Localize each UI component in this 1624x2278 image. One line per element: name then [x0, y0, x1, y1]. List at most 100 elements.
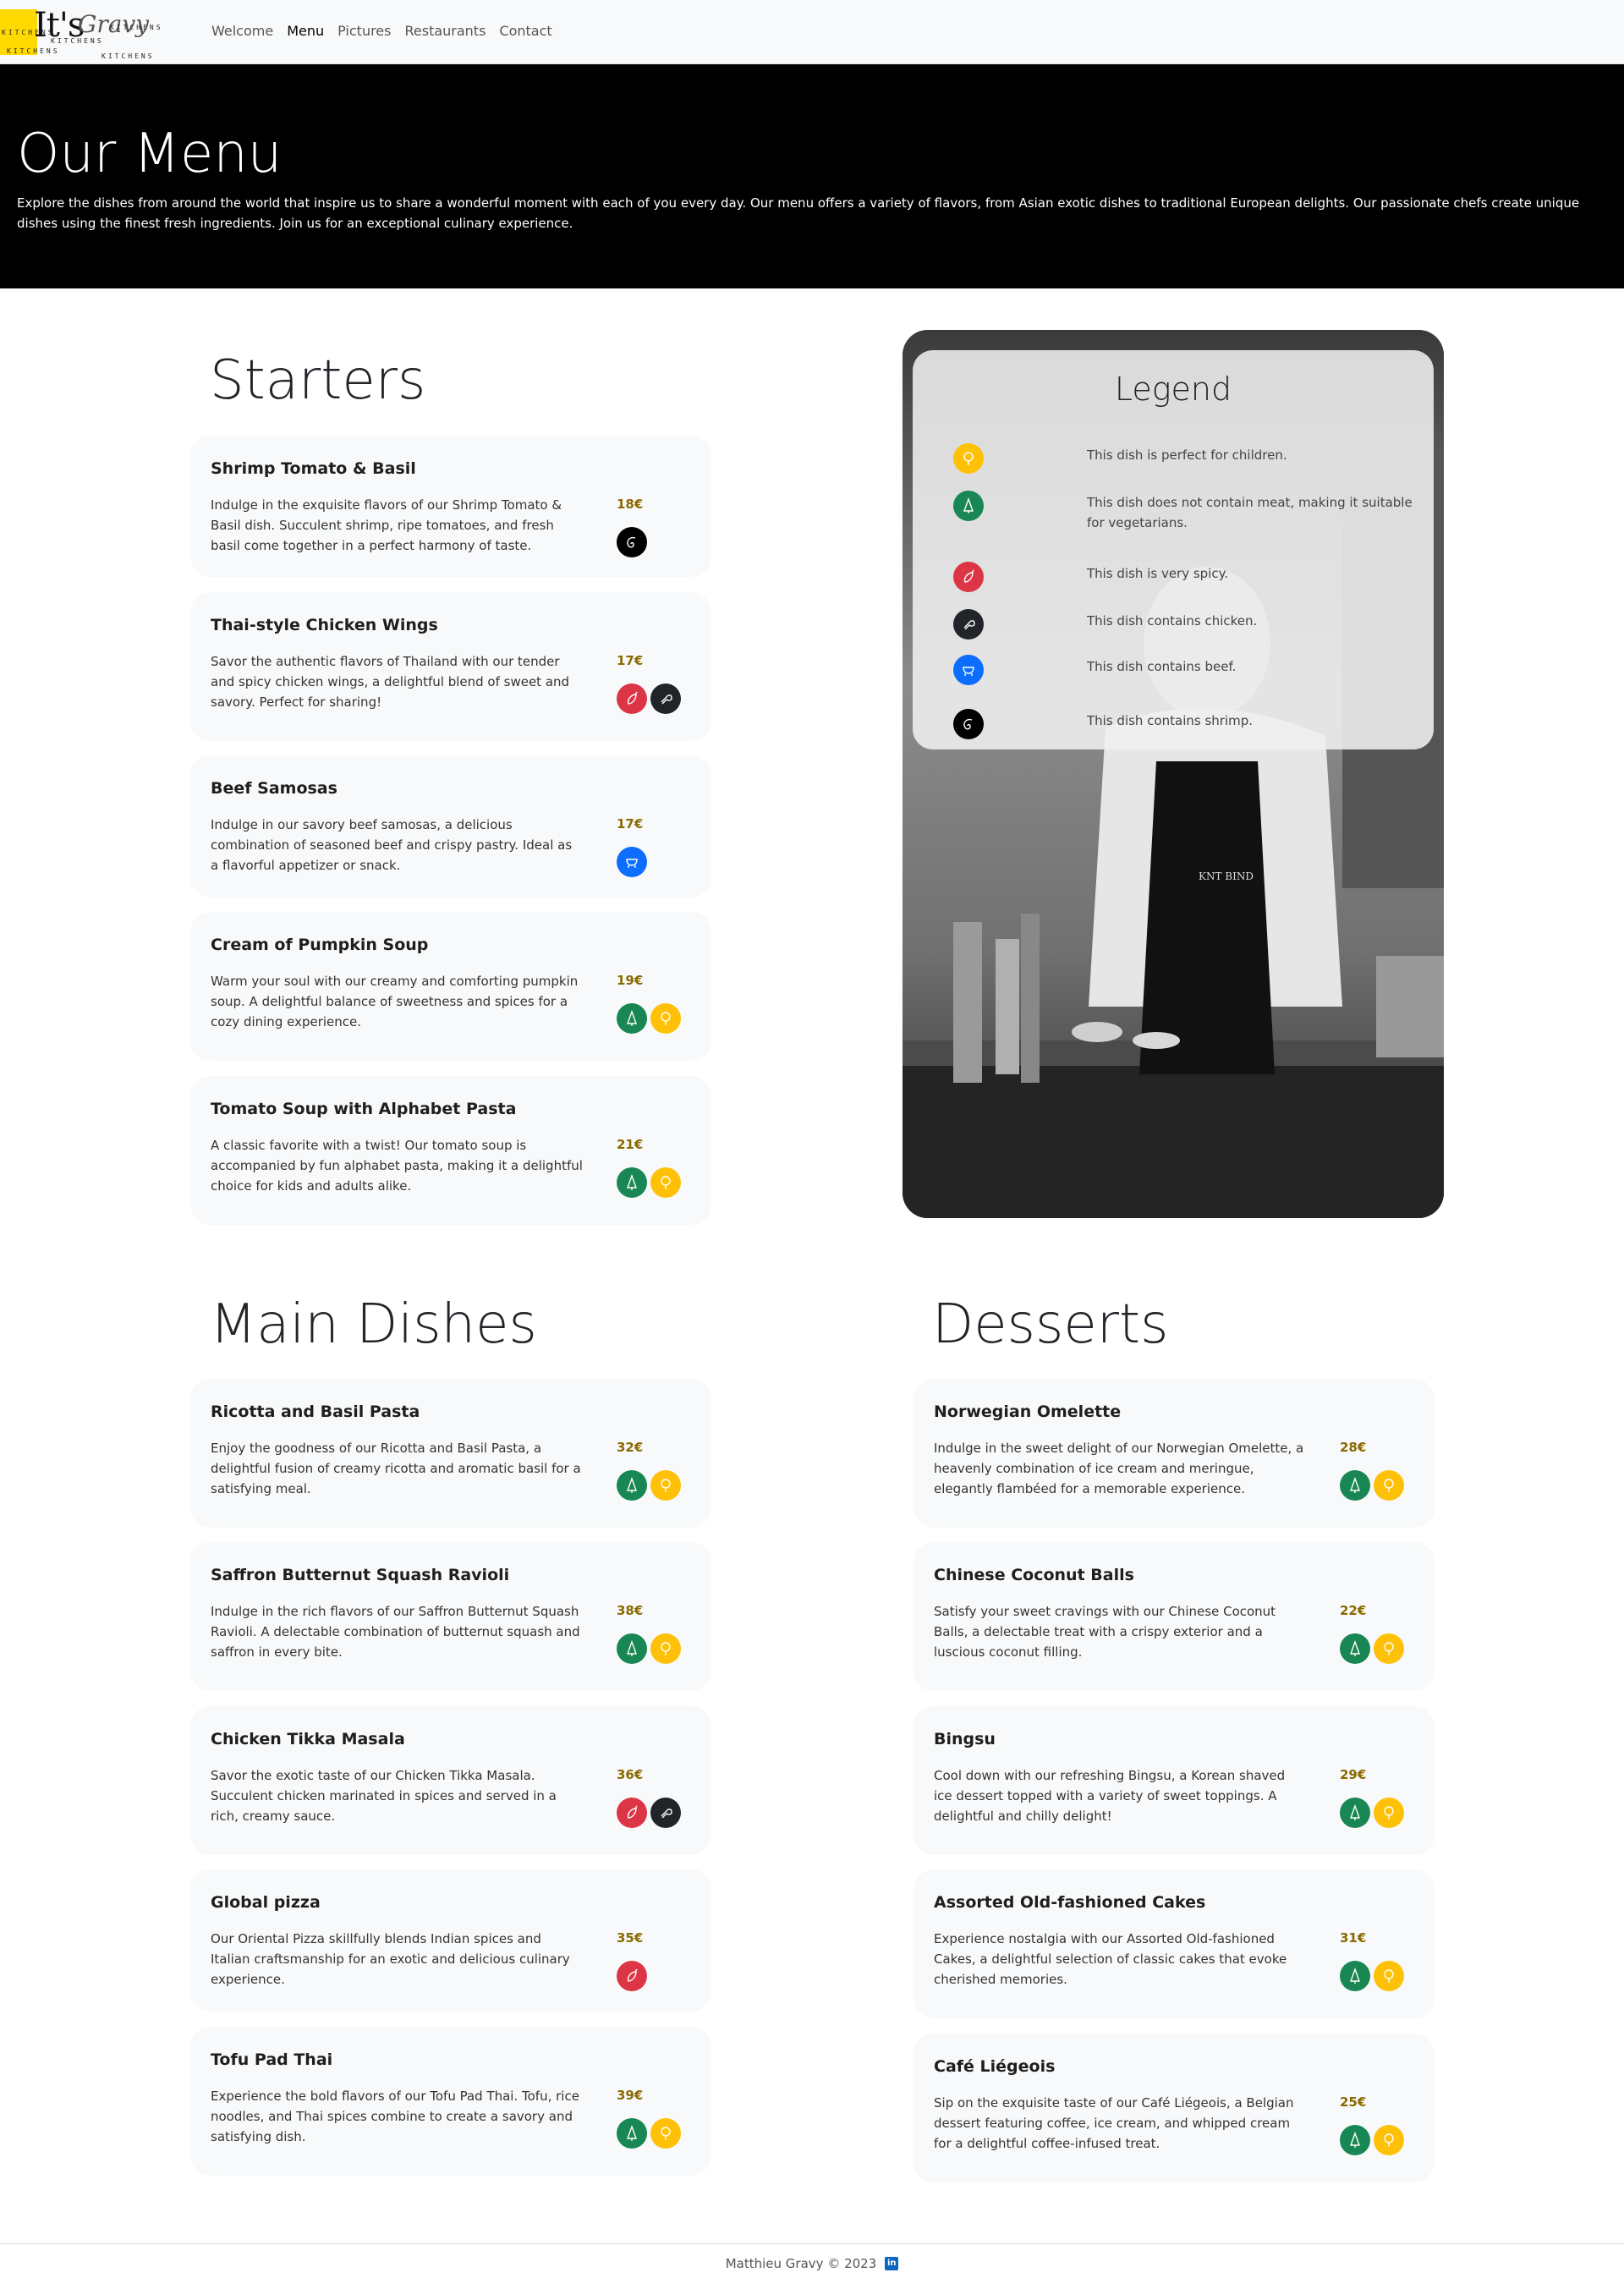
nav-link-menu[interactable]: Menu — [287, 23, 324, 39]
dish-description: Satisfy your sweet cravings with our Chi… — [934, 1604, 1276, 1660]
dish-description: Indulge in the exquisite flavors of our … — [211, 497, 562, 553]
dish-icons — [617, 1961, 647, 1991]
beef-icon — [617, 847, 647, 877]
footer: Matthieu Gravy © 2023 in — [0, 2243, 1624, 2278]
legend-text: This dish contains shrimp. — [1087, 713, 1254, 728]
menu-card: Tomato Soup with Alphabet Pasta A classic… — [190, 1076, 711, 1225]
dish-description: Enjoy the goodness of our Ricotta and Ba… — [211, 1441, 581, 1496]
dish-description: Cool down with our refreshing Bingsu, a … — [934, 1768, 1286, 1824]
chicken-icon — [650, 683, 681, 714]
dish-name: Cream of Pumpkin Soup — [211, 936, 429, 954]
dish-icons — [617, 1167, 681, 1198]
dish-name: Ricotta and Basil Pasta — [211, 1402, 420, 1421]
kids-icon — [650, 1003, 681, 1034]
logo-kitchens-5: KITCHENS — [102, 52, 155, 60]
spicy-icon — [617, 1798, 647, 1828]
apron-text: KNT BIND — [1199, 870, 1254, 882]
nav-link-restaurants[interactable]: Restaurants — [404, 23, 486, 39]
dish-description: Experience nostalgia with our Assorted O… — [934, 1931, 1287, 1987]
nav-link-welcome[interactable]: Welcome — [211, 23, 273, 39]
veg-icon — [1340, 1961, 1370, 1991]
veg-icon — [1340, 2125, 1370, 2155]
menu-card: Chicken Tikka Masala Savor the exotic tas… — [190, 1706, 711, 1855]
veg-icon — [1340, 1633, 1370, 1664]
dish-name: Assorted Old-fashioned Cakes — [934, 1893, 1206, 1912]
kids-icon — [650, 1633, 681, 1664]
veg-icon — [617, 1167, 647, 1198]
legend-panel: Legend This dish is perfect for children… — [913, 350, 1434, 749]
dish-description: Experience the bold flavors of our Tofu … — [211, 2089, 579, 2144]
dish-description: Sip on the exquisite taste of our Café L… — [934, 2095, 1294, 2151]
dish-name: Shrimp Tomato & Basil — [211, 459, 416, 478]
dish-icons — [1340, 1961, 1404, 1991]
shrimp-icon — [953, 709, 984, 739]
beef-icon — [953, 655, 984, 685]
dish-icons — [617, 2118, 681, 2149]
dish-description: Indulge in our savory beef samosas, a de… — [211, 817, 573, 873]
legend-text: This dish is very spicy. — [1087, 566, 1229, 581]
veg-icon — [1340, 1798, 1370, 1828]
dish-price: 21€ — [617, 1137, 644, 1152]
dish-name: Bingsu — [934, 1730, 996, 1748]
dish-price: 36€ — [617, 1767, 644, 1782]
veg-icon — [617, 1003, 647, 1034]
legend-title: Legend — [1114, 371, 1232, 408]
brand-logo[interactable]: It's Gravy KITCHENS KITCHENS KITCHENS KI… — [0, 5, 178, 60]
spicy-icon — [617, 683, 647, 714]
dish-icons — [1340, 2125, 1404, 2155]
dish-name: Tofu Pad Thai — [211, 2050, 333, 2069]
dish-price: 31€ — [1340, 1930, 1367, 1946]
dish-price: 17€ — [617, 653, 644, 668]
dish-name: Global pizza — [211, 1893, 321, 1912]
spicy-icon — [953, 562, 984, 592]
menu-card: Saffron Butternut Squash Ravioli Indulge … — [190, 1542, 711, 1691]
dish-name: Saffron Butternut Squash Ravioli — [211, 1566, 510, 1584]
dish-name: Thai-style Chicken Wings — [211, 616, 438, 634]
spicy-icon — [617, 1961, 647, 1991]
dish-price: 28€ — [1340, 1440, 1367, 1455]
dish-price: 35€ — [617, 1930, 644, 1946]
dish-price: 17€ — [617, 816, 644, 832]
dish-name: Norwegian Omelette — [934, 1402, 1122, 1421]
legend-text: This dish contains beef. — [1087, 659, 1237, 674]
starters-title: Starters — [210, 349, 426, 412]
dish-price: 22€ — [1340, 1603, 1367, 1618]
kids-icon — [650, 1167, 681, 1198]
page-title: Our Menu — [17, 123, 283, 185]
dish-description: Warm your soul with our creamy and comfo… — [211, 974, 579, 1029]
desserts-title: Desserts — [932, 1293, 1169, 1356]
chef-photo: KNT BIND Legend This dish is perfect for… — [903, 330, 1444, 1218]
hero-description: Explore the dishes from around the world… — [17, 195, 1580, 231]
menu-card: Ricotta and Basil Pasta Enjoy the goodnes… — [190, 1379, 711, 1528]
dish-icons — [617, 1633, 681, 1664]
chicken-icon — [650, 1798, 681, 1828]
dish-description: Indulge in the rich flavors of our Saffr… — [211, 1604, 580, 1660]
logo-kitchens-3: KITCHENS — [51, 37, 104, 45]
dish-price: 19€ — [617, 973, 644, 988]
menu-card: Thai-style Chicken Wings Savor the authen… — [190, 592, 711, 741]
dish-description: Indulge in the sweet delight of our Norw… — [934, 1441, 1304, 1496]
footer-copyright: Matthieu Gravy © 2023 — [725, 2256, 877, 2271]
kids-icon — [650, 2118, 681, 2149]
legend-text: This dish is perfect for children. — [1087, 447, 1287, 463]
dish-name: Beef Samosas — [211, 779, 337, 798]
dish-name: Chinese Coconut Balls — [934, 1566, 1134, 1584]
menu-card: Global pizza Our Oriental Pizza skillfull… — [190, 1869, 711, 2012]
menu-card: Assorted Old-fashioned Cakes Experience n… — [914, 1869, 1435, 2018]
nav-link-pictures[interactable]: Pictures — [337, 23, 391, 39]
dish-icons — [617, 527, 647, 557]
menu-card: Tofu Pad Thai Experience the bold flavors… — [190, 2027, 711, 2176]
dish-icons — [1340, 1470, 1404, 1501]
linkedin-icon[interactable]: in — [885, 2257, 899, 2270]
veg-icon — [617, 2118, 647, 2149]
nav-link-contact[interactable]: Contact — [499, 23, 551, 39]
veg-icon — [1340, 1470, 1370, 1501]
dish-description: A classic favorite with a twist! Our tom… — [211, 1138, 583, 1194]
kids-icon — [1374, 1961, 1404, 1991]
dish-icons — [617, 1470, 681, 1501]
menu-card: Cream of Pumpkin Soup Warm your soul with… — [190, 912, 711, 1061]
kids-icon — [953, 443, 984, 474]
legend-text: This dish contains chicken. — [1087, 613, 1258, 629]
legend-text: This dish does not contain meat, making … — [1087, 495, 1413, 530]
dish-description: Savor the exotic taste of our Chicken Ti… — [211, 1768, 557, 1824]
